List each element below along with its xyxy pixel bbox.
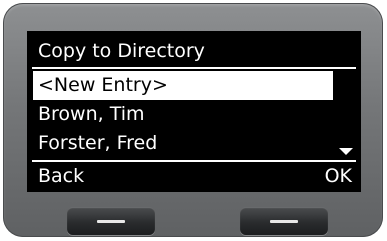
left-softkey-button[interactable] [67,207,155,235]
minus-bar-icon [97,220,125,223]
list-item-label: Brown, Tim [38,103,145,125]
phone-device-bezel: Copy to Directory <New Entry> Brown, Tim… [3,3,383,237]
list-item-label: <New Entry> [38,74,168,96]
list-item-label: Forster, Fred [38,132,158,154]
screen-title: Copy to Directory [38,40,205,62]
directory-list: <New Entry> Brown, Tim Forster, Fred [33,71,333,158]
list-item-forster-fred[interactable]: Forster, Fred [33,129,333,158]
display-screen: Copy to Directory <New Entry> Brown, Tim… [27,31,361,192]
scroll-down-arrow-icon [339,148,353,155]
minus-bar-icon [270,220,298,223]
right-softkey-button[interactable] [240,207,328,235]
list-item-new-entry[interactable]: <New Entry> [33,71,333,100]
list-item-brown-tim[interactable]: Brown, Tim [33,100,333,129]
title-divider [32,67,356,69]
softkey-back-label[interactable]: Back [38,162,84,190]
softkey-ok-label[interactable]: OK [325,162,352,190]
